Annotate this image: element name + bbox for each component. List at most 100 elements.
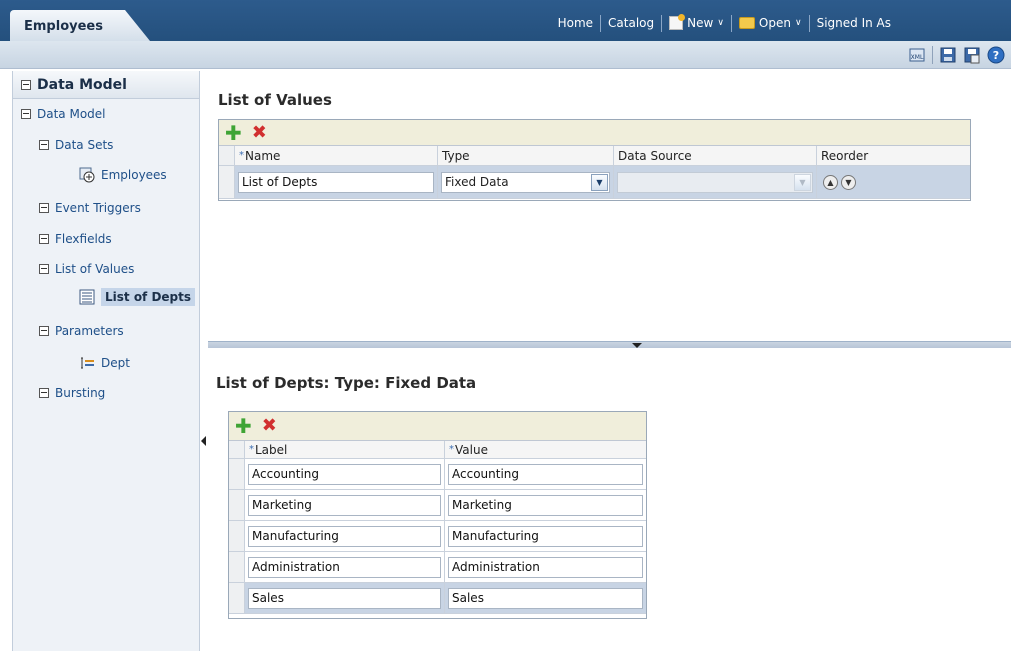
row-gutter <box>229 521 245 551</box>
value-input[interactable]: Sales <box>448 587 643 609</box>
value-input[interactable]: Administration <box>448 556 643 578</box>
new-menu[interactable]: New ∨ <box>662 14 731 30</box>
column-header-reorder[interactable]: Reorder <box>817 146 970 165</box>
detail-title: List of Depts: Type: Fixed Data <box>216 374 477 392</box>
value-cell: Accounting <box>445 459 646 489</box>
collapse-icon[interactable] <box>39 203 49 213</box>
panel-header: Data Model <box>13 71 199 99</box>
tree-item-label: Data Sets <box>55 138 114 152</box>
column-header-name[interactable]: * Name <box>235 146 438 165</box>
label-input[interactable]: Marketing <box>248 494 441 516</box>
column-header-label: Data Source <box>618 148 692 163</box>
table-row[interactable]: Accounting Accounting <box>229 459 646 490</box>
save-as-icon[interactable] <box>963 46 981 64</box>
collapse-icon[interactable] <box>21 109 31 119</box>
chevron-down-icon: ▼ <box>794 173 811 191</box>
lov-table-header: * Name Type Data Source Reorder <box>219 146 970 166</box>
data-source-select: ▼ <box>617 171 813 193</box>
tree-item-label: Data Model <box>37 107 106 121</box>
delete-icon[interactable]: ✖ <box>252 123 267 142</box>
signed-in-label: Signed In As <box>816 16 891 30</box>
tree-item-employees[interactable]: Employees <box>79 167 167 183</box>
column-header-type[interactable]: Type <box>438 146 614 165</box>
tree-item-list-of-values[interactable]: List of Values <box>39 262 134 276</box>
collapse-icon[interactable] <box>39 140 49 150</box>
collapse-icon[interactable] <box>39 234 49 244</box>
home-link[interactable]: Home <box>551 16 600 30</box>
required-icon: * <box>239 150 244 161</box>
label-input[interactable]: Accounting <box>248 463 441 485</box>
add-icon[interactable]: ✚ <box>235 416 252 436</box>
column-header-value[interactable]: * Value <box>445 441 646 458</box>
tab-employees-label: Employees <box>24 19 103 34</box>
value-input[interactable]: Accounting <box>448 463 643 485</box>
value-cell: Marketing <box>445 490 646 520</box>
help-icon[interactable]: ? <box>987 46 1005 64</box>
column-header-data-source[interactable]: Data Source <box>614 146 817 165</box>
move-up-icon[interactable]: ▲ <box>823 174 838 190</box>
add-icon[interactable]: ✚ <box>225 123 242 143</box>
open-menu[interactable]: Open ∨ <box>732 16 809 30</box>
collapse-icon[interactable] <box>21 79 31 90</box>
new-document-icon <box>669 14 686 30</box>
toolbar: XML ? <box>0 41 1011 69</box>
label-input[interactable]: Administration <box>248 556 441 578</box>
column-header-label[interactable]: * Label <box>245 441 445 458</box>
table-row[interactable]: Marketing Marketing <box>229 490 646 521</box>
section-title: List of Values <box>218 91 332 109</box>
value-cell: Manufacturing <box>445 521 646 551</box>
type-cell: Fixed Data ▼ <box>438 166 614 198</box>
label-input[interactable]: Sales <box>248 587 441 609</box>
list-of-values-pane: List of Values ✚ ✖ * Name Type Data Sourc… <box>208 71 1011 341</box>
pane-splitter[interactable] <box>208 341 1011 348</box>
name-input[interactable]: List of Depts <box>238 171 434 193</box>
tab-employees[interactable]: Employees <box>10 10 150 41</box>
label-input[interactable]: Manufacturing <box>248 525 441 547</box>
value-input[interactable]: Marketing <box>448 494 643 516</box>
dataset-icon <box>79 167 95 183</box>
catalog-link-label: Catalog <box>608 16 655 30</box>
tree-item-label: Flexfields <box>55 232 112 246</box>
move-down-icon[interactable]: ▼ <box>841 174 856 190</box>
app-root: Employees Home Catalog New ∨ Open ∨ Sign… <box>0 0 1011 651</box>
reorder-cell: ▲ ▼ <box>817 166 970 198</box>
tree-item-list-of-depts[interactable]: List of Depts <box>79 288 196 306</box>
splitter-arrow-icon[interactable] <box>632 343 642 348</box>
table-row[interactable]: Manufacturing Manufacturing <box>229 521 646 552</box>
catalog-link[interactable]: Catalog <box>601 16 661 30</box>
tree-item-data-sets[interactable]: Data Sets <box>39 138 113 152</box>
save-icon[interactable] <box>939 46 957 64</box>
row-gutter <box>229 583 245 613</box>
column-header-text: Label <box>255 442 288 457</box>
required-icon: * <box>449 444 454 455</box>
type-select[interactable]: Fixed Data ▼ <box>441 171 610 193</box>
tree-item-data-model[interactable]: Data Model <box>21 107 106 121</box>
fixed-data-header: * Label * Value <box>229 441 646 459</box>
table-row[interactable]: List of Depts Fixed Data ▼ ▼ ▲ ▼ <box>219 166 970 199</box>
table-row[interactable]: Administration Administration <box>229 552 646 583</box>
label-cell: Marketing <box>245 490 445 520</box>
row-gutter <box>229 441 245 458</box>
tree-item-event-triggers[interactable]: Event Triggers <box>39 201 141 215</box>
table-row-selected[interactable]: Sales Sales <box>229 583 646 614</box>
delete-icon[interactable]: ✖ <box>262 417 277 435</box>
collapse-icon[interactable] <box>39 326 49 336</box>
panel-collapse-arrow-icon[interactable] <box>201 436 206 446</box>
collapse-icon[interactable] <box>39 264 49 274</box>
lov-table: ✚ ✖ * Name Type Data Source Reorder List … <box>218 119 971 201</box>
xml-export-icon[interactable]: XML <box>908 46 926 64</box>
tree-item-bursting[interactable]: Bursting <box>39 386 105 400</box>
tree-item-flexfields[interactable]: Flexfields <box>39 232 112 246</box>
tree-item-label: List of Values <box>55 262 135 276</box>
label-cell: Sales <box>245 583 445 613</box>
column-header-text: Value <box>455 442 488 457</box>
value-cell: Sales <box>445 583 646 613</box>
tree-item-parameters[interactable]: Parameters <box>39 324 124 338</box>
name-cell: List of Depts <box>235 166 438 198</box>
signed-in-menu[interactable]: Signed In As <box>810 16 1011 30</box>
tree-item-dept[interactable]: Dept <box>79 355 130 371</box>
value-input[interactable]: Manufacturing <box>448 525 643 547</box>
chevron-down-icon[interactable]: ▼ <box>591 173 608 191</box>
toolbar-divider <box>932 46 933 64</box>
collapse-icon[interactable] <box>39 388 49 398</box>
